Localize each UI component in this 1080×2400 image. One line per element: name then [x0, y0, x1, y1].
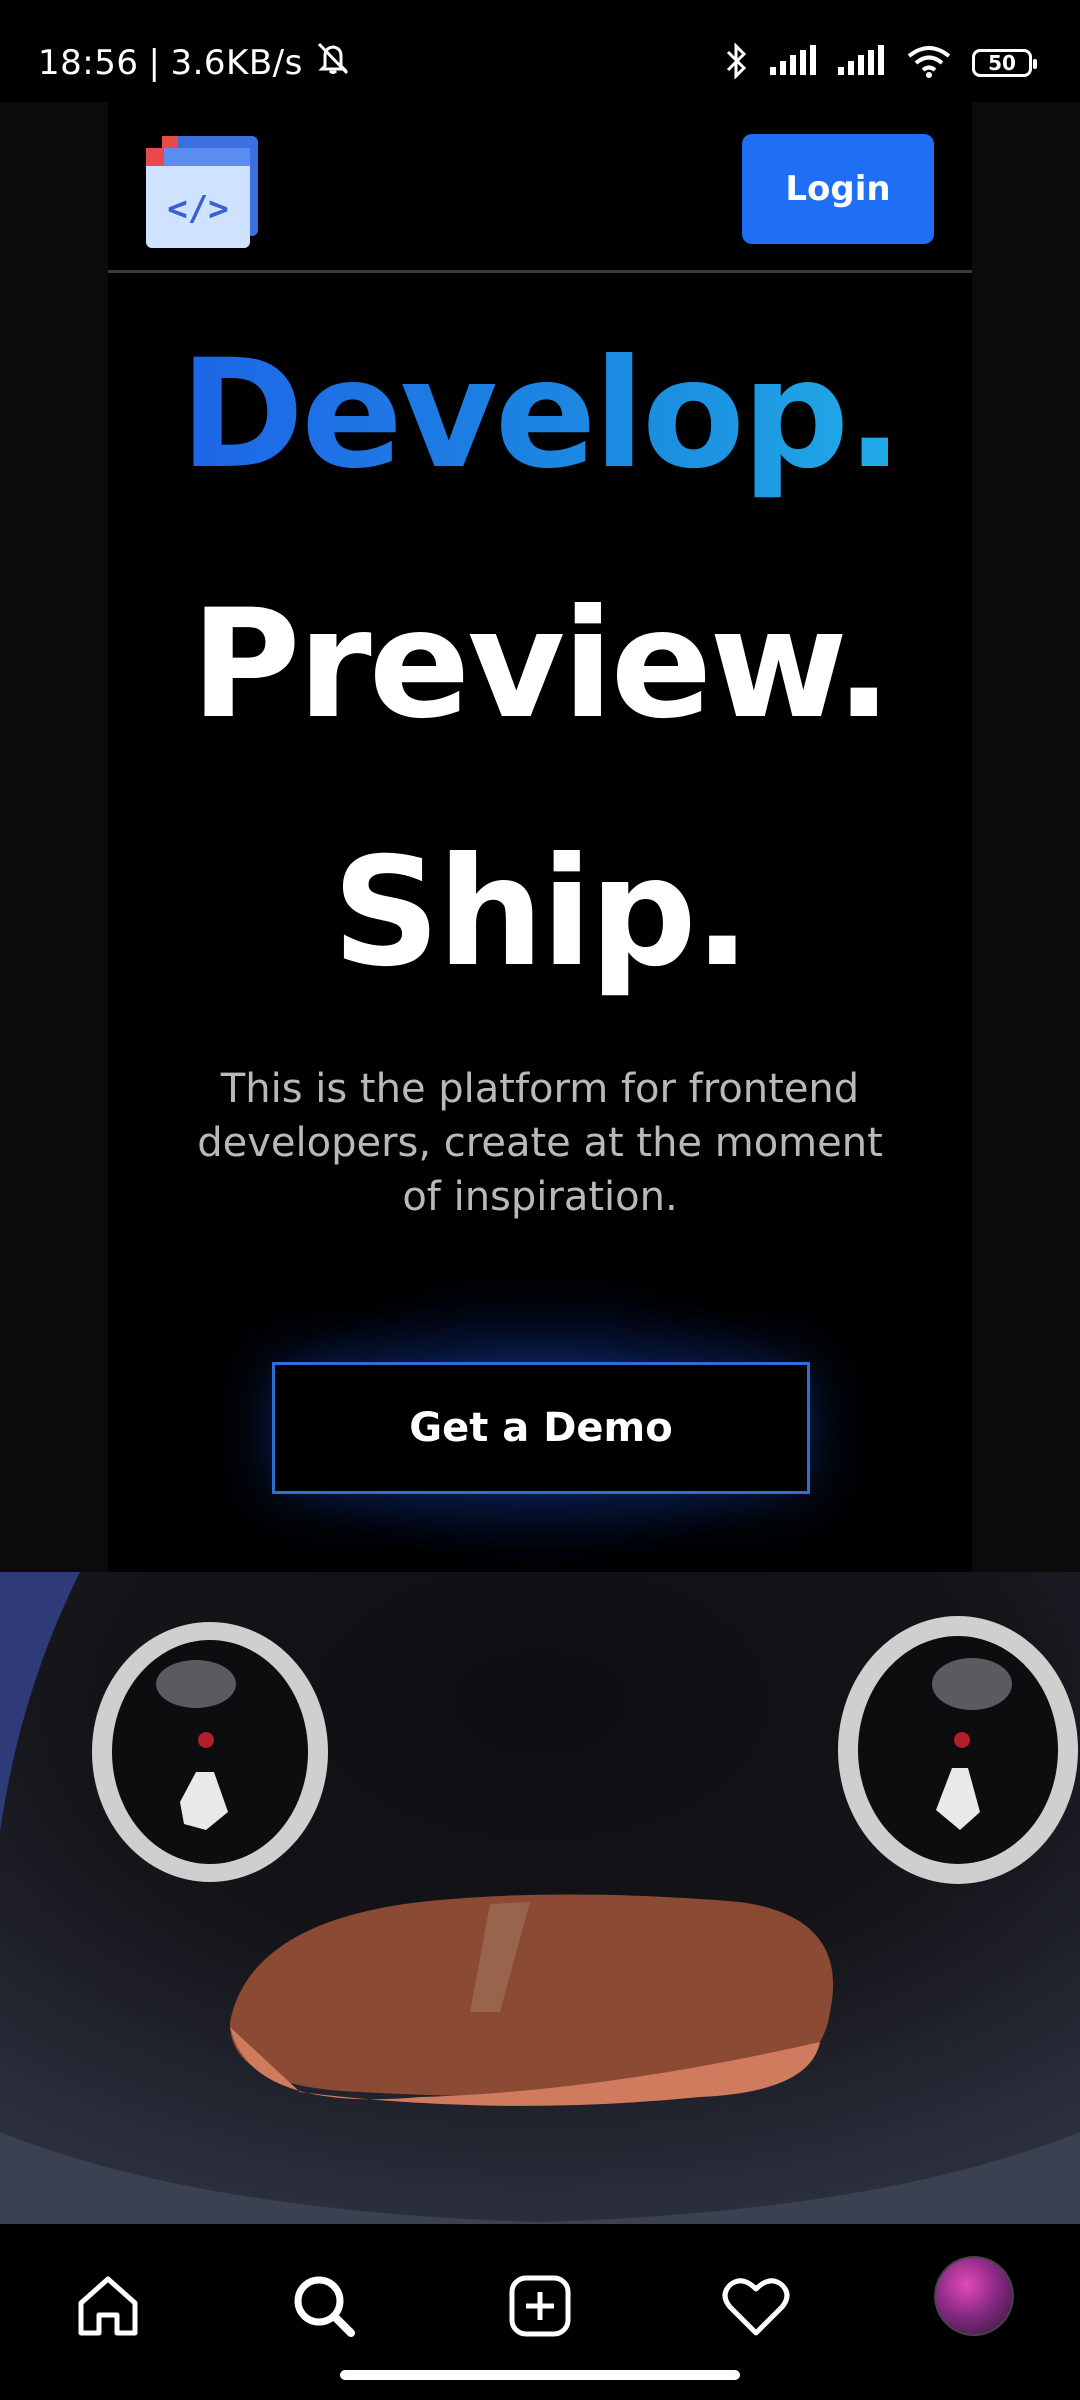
header-divider — [108, 270, 972, 273]
status-left: 18:56 | 3.6KB/s — [38, 40, 353, 85]
signal-icon — [770, 45, 818, 81]
screen: 18:56 | 3.6KB/s 50 </> Login Develop. Pr… — [0, 0, 1080, 2400]
tagline: This is the platform for frontend develo… — [197, 1066, 883, 1220]
profile-avatar[interactable] — [934, 2256, 1014, 2336]
penguin-face-image — [0, 1572, 1080, 2224]
battery-icon: 50 — [972, 49, 1037, 77]
code-window-icon: </> — [144, 132, 264, 252]
bluetooth-icon — [724, 42, 750, 84]
heart-icon[interactable] — [716, 2266, 796, 2346]
status-right: 50 — [724, 42, 1037, 84]
network-speed: 3.6KB/s — [170, 42, 303, 83]
headline-preview: Preview. — [190, 578, 893, 752]
signal-icon — [838, 45, 886, 81]
wifi-icon — [906, 44, 952, 82]
status-separator: | — [148, 42, 161, 83]
status-bar: 18:56 | 3.6KB/s 50 — [0, 0, 1080, 102]
clock: 18:56 — [38, 42, 139, 83]
get-demo-button[interactable]: Get a Demo — [272, 1362, 810, 1494]
home-indicator[interactable] — [340, 2370, 740, 2380]
login-button[interactable]: Login — [742, 134, 934, 244]
video-post[interactable]: </> Login Develop. Preview. Ship. This i… — [0, 102, 1080, 1572]
headline-ship: Ship. — [332, 826, 751, 1000]
create-icon[interactable] — [500, 2266, 580, 2346]
website-preview: </> Login Develop. Preview. Ship. This i… — [108, 102, 972, 1572]
headline-develop: Develop. — [108, 330, 972, 500]
home-icon[interactable] — [68, 2266, 148, 2346]
mute-icon — [313, 40, 353, 85]
battery-level: 50 — [988, 51, 1016, 75]
search-icon[interactable] — [284, 2266, 364, 2346]
svg-text:</>: </> — [167, 189, 228, 229]
